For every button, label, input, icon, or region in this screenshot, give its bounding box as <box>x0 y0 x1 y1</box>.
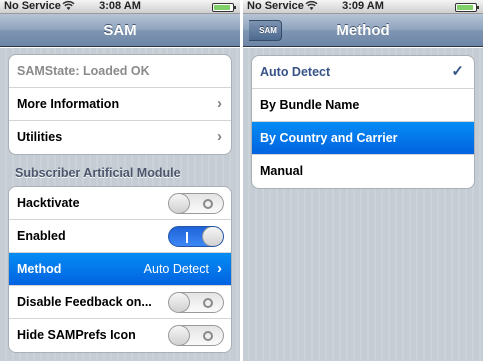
nav-title: SAM <box>103 22 137 39</box>
toggle-knob <box>169 194 190 213</box>
method-options-table[interactable]: Auto Detect ✓ By Bundle Name By Country … <box>243 48 483 361</box>
option-auto-detect[interactable]: Auto Detect ✓ <box>252 56 474 89</box>
hacktivate-toggle[interactable] <box>168 193 224 214</box>
off-mark-icon <box>203 199 213 209</box>
status-time: 3:08 AM <box>99 0 141 12</box>
battery-icon <box>212 3 236 12</box>
method-value: Auto Detect <box>143 262 209 276</box>
method-screen: No Service 3:09 AM Method SAM Auto Detec… <box>243 0 483 361</box>
option-by-country-and-carrier[interactable]: By Country and Carrier <box>252 122 474 155</box>
toggle-knob <box>202 227 223 246</box>
status-bar: No Service 3:08 AM <box>0 0 240 14</box>
method-row[interactable]: Method Auto Detect › <box>9 253 231 286</box>
off-mark-icon <box>203 298 213 308</box>
battery-icon <box>455 3 479 12</box>
status-time: 3:09 AM <box>342 0 384 12</box>
sam-settings-screen: No Service 3:08 AM SAM SAMState: Loaded … <box>0 0 240 361</box>
hide-samprefs-icon-row: Hide SAMPrefs Icon <box>9 319 231 352</box>
checkmark-icon: ✓ <box>451 63 464 80</box>
settings-table[interactable]: SAMState: Loaded OK More Information › U… <box>0 48 240 361</box>
status-group: SAMState: Loaded OK More Information › U… <box>8 54 232 155</box>
option-by-bundle-name[interactable]: By Bundle Name <box>252 89 474 122</box>
utilities-row[interactable]: Utilities › <box>9 121 231 154</box>
hacktivate-row: Hacktivate <box>9 187 231 220</box>
chevron-right-icon: › <box>217 95 222 112</box>
enabled-toggle[interactable] <box>168 226 224 247</box>
disable-feedback-toggle[interactable] <box>168 292 224 313</box>
option-manual[interactable]: Manual <box>252 155 474 188</box>
method-options-group: Auto Detect ✓ By Bundle Name By Country … <box>251 55 475 189</box>
more-information-row[interactable]: More Information › <box>9 88 231 121</box>
hide-samprefs-icon-toggle[interactable] <box>168 325 224 346</box>
status-bar: No Service 3:09 AM <box>243 0 483 14</box>
back-button-label: SAM <box>259 26 277 35</box>
chevron-right-icon: › <box>217 128 222 145</box>
navigation-bar: Method SAM <box>243 14 483 47</box>
off-mark-icon <box>203 331 213 341</box>
section-header: Subscriber Artificial Module <box>15 166 181 180</box>
samstate-row: SAMState: Loaded OK <box>9 55 231 88</box>
disable-feedback-row: Disable Feedback on... <box>9 286 231 319</box>
on-mark-icon <box>186 232 188 243</box>
toggle-knob <box>169 326 190 345</box>
navigation-bar: SAM <box>0 14 240 47</box>
enabled-row: Enabled <box>9 220 231 253</box>
toggle-knob <box>169 293 190 312</box>
module-group: Hacktivate Enabled Method Auto Detect › <box>8 186 232 353</box>
chevron-right-icon: › <box>217 260 222 277</box>
back-button[interactable]: SAM <box>249 20 282 41</box>
